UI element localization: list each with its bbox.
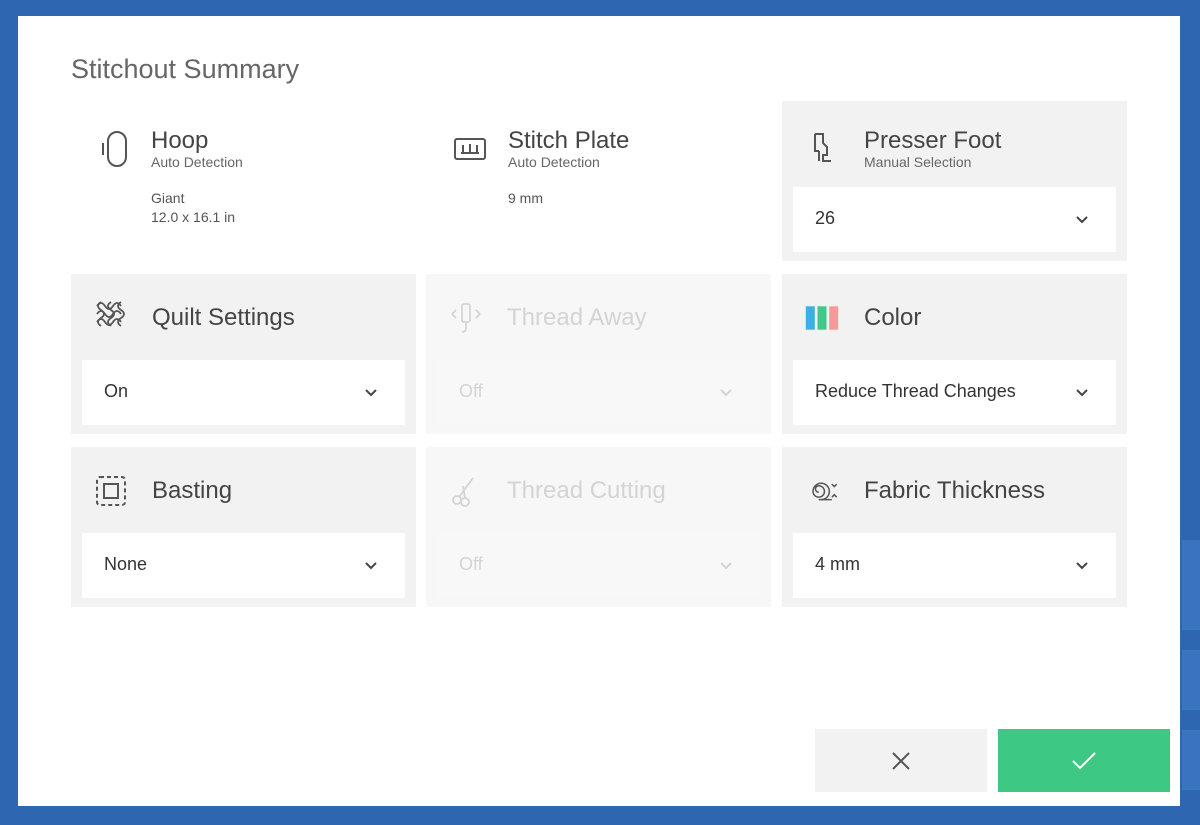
thread-away-icon — [448, 298, 484, 338]
stitch-plate-subtitle: Auto Detection — [508, 154, 600, 170]
quilt-settings-panel: Quilt Settings On — [71, 274, 416, 434]
thread-away-select[interactable]: Off — [437, 360, 760, 425]
presser-foot-icon — [804, 129, 840, 169]
chevron-down-icon — [1076, 216, 1088, 224]
quilt-settings-value: On — [104, 381, 129, 401]
hoop-icon — [97, 129, 133, 169]
color-select[interactable]: Reduce Thread Changes — [793, 360, 1116, 425]
basting-icon — [93, 471, 129, 511]
thread-away-panel: Thread Away Off — [426, 274, 771, 434]
hoop-size-name: Giant — [151, 190, 185, 206]
color-title: Color — [864, 304, 922, 331]
stitch-plate-panel: Stitch Plate Auto Detection 9 mm — [426, 101, 771, 261]
chevron-down-icon — [1076, 389, 1088, 397]
chevron-down-icon — [720, 389, 732, 397]
hoop-dimensions: 12.0 x 16.1 in — [151, 209, 236, 225]
quilt-settings-title: Quilt Settings — [152, 304, 295, 331]
background-tile — [1182, 730, 1200, 790]
stitch-plate-title: Stitch Plate — [508, 127, 630, 154]
quilt-settings-select[interactable]: On — [82, 360, 405, 425]
hoop-title: Hoop — [151, 127, 209, 154]
presser-foot-select[interactable]: 26 — [793, 187, 1116, 252]
basting-select[interactable]: None — [82, 533, 405, 598]
stitch-plate-size: 9 mm — [508, 190, 543, 206]
cancel-button[interactable] — [815, 729, 987, 792]
thread-cutting-panel: Thread Cutting Off — [426, 447, 771, 607]
quilt-icon — [93, 296, 129, 336]
close-icon — [892, 751, 910, 770]
presser-foot-title: Presser Foot — [864, 127, 1002, 154]
background-tile — [1182, 650, 1200, 710]
presser-foot-subtitle: Manual Selection — [864, 154, 972, 170]
stitchout-summary-dialog: Stitchout Summary Hoop Auto Detection Gi… — [18, 16, 1180, 806]
fabric-thickness-select[interactable]: 4 mm — [793, 533, 1116, 598]
thread-away-title: Thread Away — [507, 304, 647, 331]
fabric-thickness-panel: Fabric Thickness 4 mm — [782, 447, 1127, 607]
basting-panel: Basting None — [71, 447, 416, 607]
chevron-down-icon — [720, 562, 732, 570]
color-value: Reduce Thread Changes — [815, 381, 1016, 401]
thread-cutting-title: Thread Cutting — [507, 477, 666, 504]
chevron-down-icon — [365, 389, 377, 397]
presser-foot-value: 26 — [815, 208, 836, 228]
hoop-panel: Hoop Auto Detection Giant 12.0 x 16.1 in — [71, 101, 416, 261]
thread-away-value: Off — [459, 381, 483, 401]
checkmark-icon — [1072, 751, 1096, 769]
color-bars-icon — [804, 298, 840, 338]
scissors-icon — [448, 471, 484, 511]
hoop-subtitle: Auto Detection — [151, 154, 243, 170]
fabric-roll-icon — [804, 469, 840, 509]
confirm-button[interactable] — [998, 729, 1170, 792]
stitch-plate-icon — [452, 129, 488, 169]
color-panel: Color Reduce Thread Changes — [782, 274, 1127, 434]
background-tile — [1182, 540, 1200, 630]
fabric-thickness-title: Fabric Thickness — [864, 477, 1045, 504]
thread-cutting-value: Off — [459, 554, 483, 574]
fabric-thickness-value: 4 mm — [815, 554, 860, 574]
dialog-title: Stitchout Summary — [71, 54, 300, 84]
chevron-down-icon — [1076, 562, 1088, 570]
basting-value: None — [104, 554, 148, 574]
thread-cutting-select[interactable]: Off — [437, 533, 760, 598]
chevron-down-icon — [365, 562, 377, 570]
presser-foot-panel: Presser Foot Manual Selection 26 — [782, 101, 1127, 261]
basting-title: Basting — [152, 477, 233, 504]
